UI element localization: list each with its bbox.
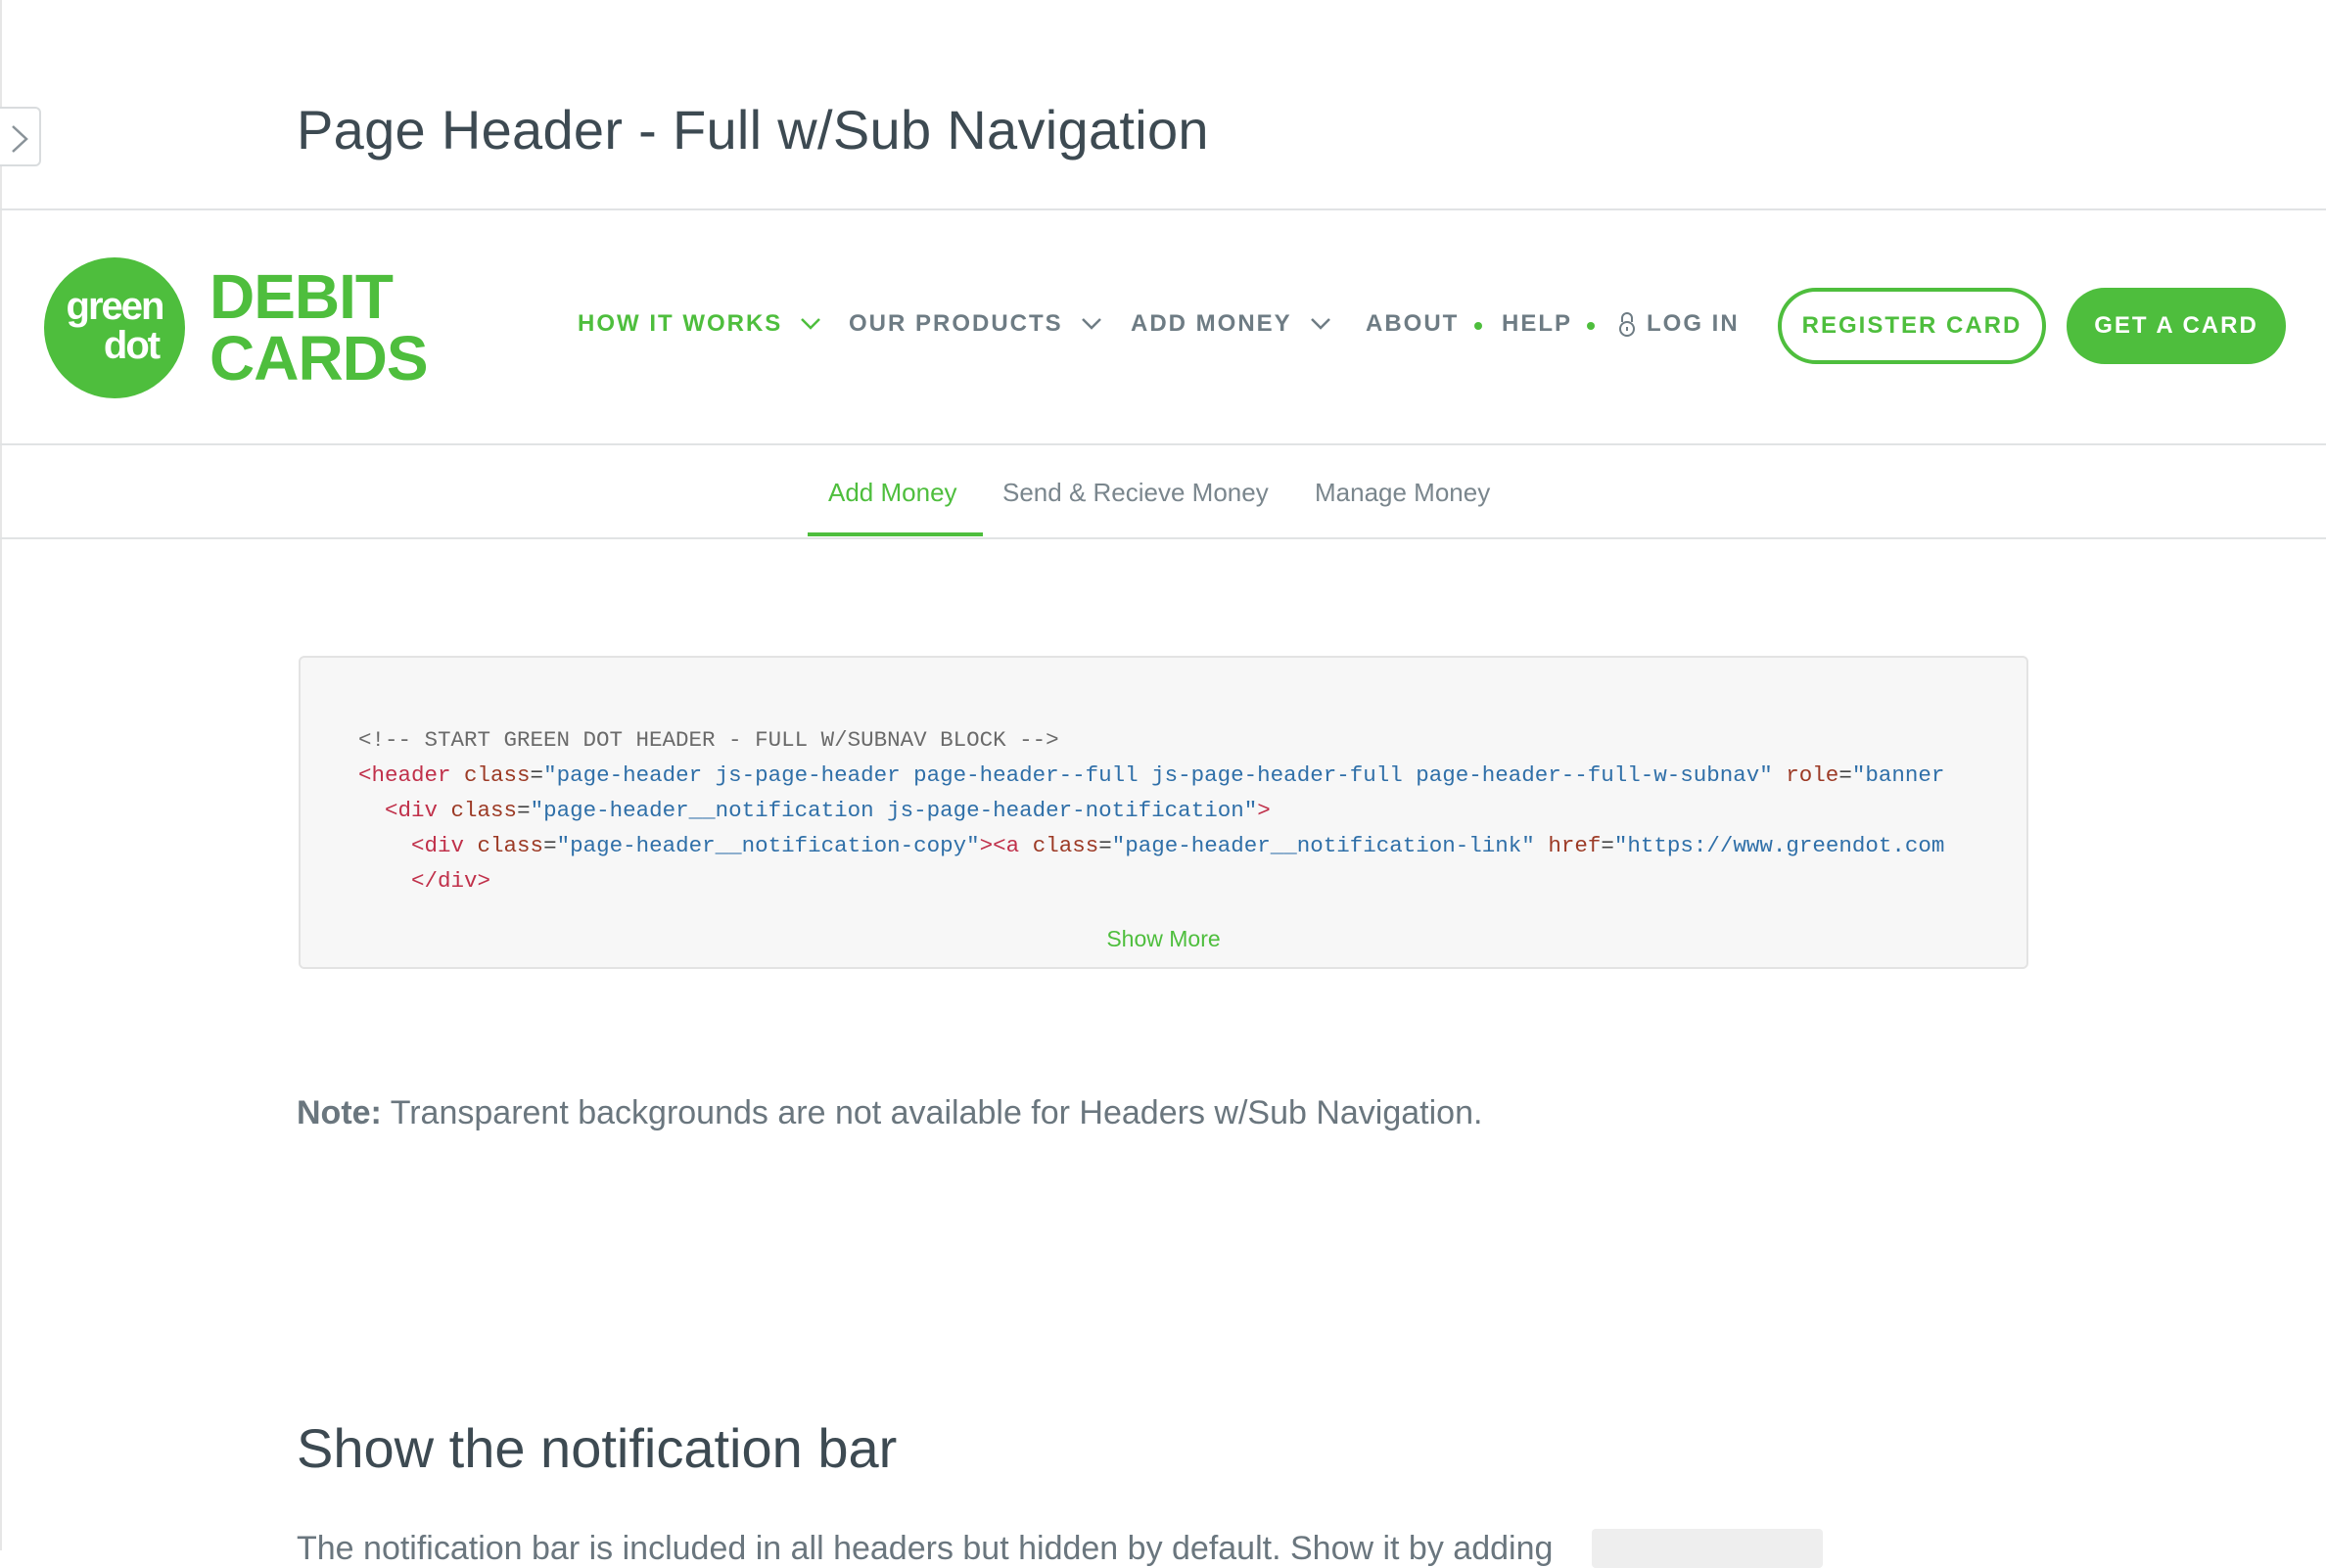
nav-add-money[interactable]: ADD MONEY bbox=[1131, 310, 1331, 338]
section-title: Show the notification bar bbox=[297, 1417, 898, 1479]
nav-our-products[interactable]: OUR PRODUCTS bbox=[849, 310, 1102, 338]
nav-help[interactable]: HELP bbox=[1502, 310, 1572, 338]
divider bbox=[0, 208, 2326, 210]
get-a-card-button[interactable]: GET A CARD bbox=[2067, 288, 2286, 364]
note-body: Transparent backgrounds are not availabl… bbox=[381, 1094, 1483, 1131]
show-more-button[interactable]: Show More bbox=[301, 926, 2026, 952]
subnav-active-indicator bbox=[808, 532, 983, 536]
note-text: Note: Transparent backgrounds are not av… bbox=[297, 1094, 1482, 1132]
logo-bottom-text: dot bbox=[103, 324, 161, 367]
nav-label: ADD MONEY bbox=[1131, 310, 1292, 337]
subnav-send-receive-money[interactable]: Send & Recieve Money bbox=[1002, 478, 1269, 508]
green-dot-logo[interactable]: green dot bbox=[44, 257, 185, 398]
chevron-right-icon bbox=[12, 125, 28, 153]
logo-word-cards: CARDS bbox=[209, 323, 429, 393]
nav-label: HOW IT WORKS bbox=[578, 310, 783, 337]
left-border bbox=[0, 0, 2, 1550]
inline-code-snippet bbox=[1592, 1529, 1823, 1568]
note-label: Note: bbox=[297, 1094, 382, 1131]
nav-label: HELP bbox=[1502, 310, 1573, 337]
nav-log-in[interactable]: LOG IN bbox=[1617, 310, 1740, 338]
chevron-down-icon bbox=[1081, 318, 1101, 330]
lock-icon bbox=[1619, 312, 1635, 337]
logo-word-debit: DEBIT bbox=[209, 261, 394, 332]
chevron-down-icon bbox=[801, 318, 821, 330]
subnav-add-money[interactable]: Add Money bbox=[828, 478, 957, 508]
nav-label: ABOUT bbox=[1366, 310, 1460, 337]
page-title: Page Header - Full w/Sub Navigation bbox=[297, 99, 1209, 161]
nav-label: LOG IN bbox=[1647, 310, 1740, 337]
nav-how-it-works[interactable]: HOW IT WORKS bbox=[578, 310, 821, 338]
nav-separator-dot bbox=[1587, 322, 1595, 330]
register-card-button[interactable]: REGISTER CARD bbox=[1778, 288, 2046, 364]
nav-about[interactable]: ABOUT bbox=[1366, 310, 1459, 338]
section-paragraph: The notification bar is included in all … bbox=[297, 1530, 1554, 1567]
nav-label: OUR PRODUCTS bbox=[849, 310, 1063, 337]
sidebar-toggle-button[interactable] bbox=[0, 107, 41, 166]
logo-wordmark: DEBIT CARDS bbox=[209, 261, 429, 393]
chevron-down-icon bbox=[1310, 318, 1330, 330]
nav-separator-dot bbox=[1474, 322, 1482, 330]
divider bbox=[0, 537, 2326, 539]
divider bbox=[0, 443, 2326, 445]
subnav-manage-money[interactable]: Manage Money bbox=[1315, 478, 1490, 508]
logo-top-text: green bbox=[66, 285, 165, 328]
code-block: <!-- START GREEN DOT HEADER - FULL W/SUB… bbox=[299, 656, 2028, 969]
